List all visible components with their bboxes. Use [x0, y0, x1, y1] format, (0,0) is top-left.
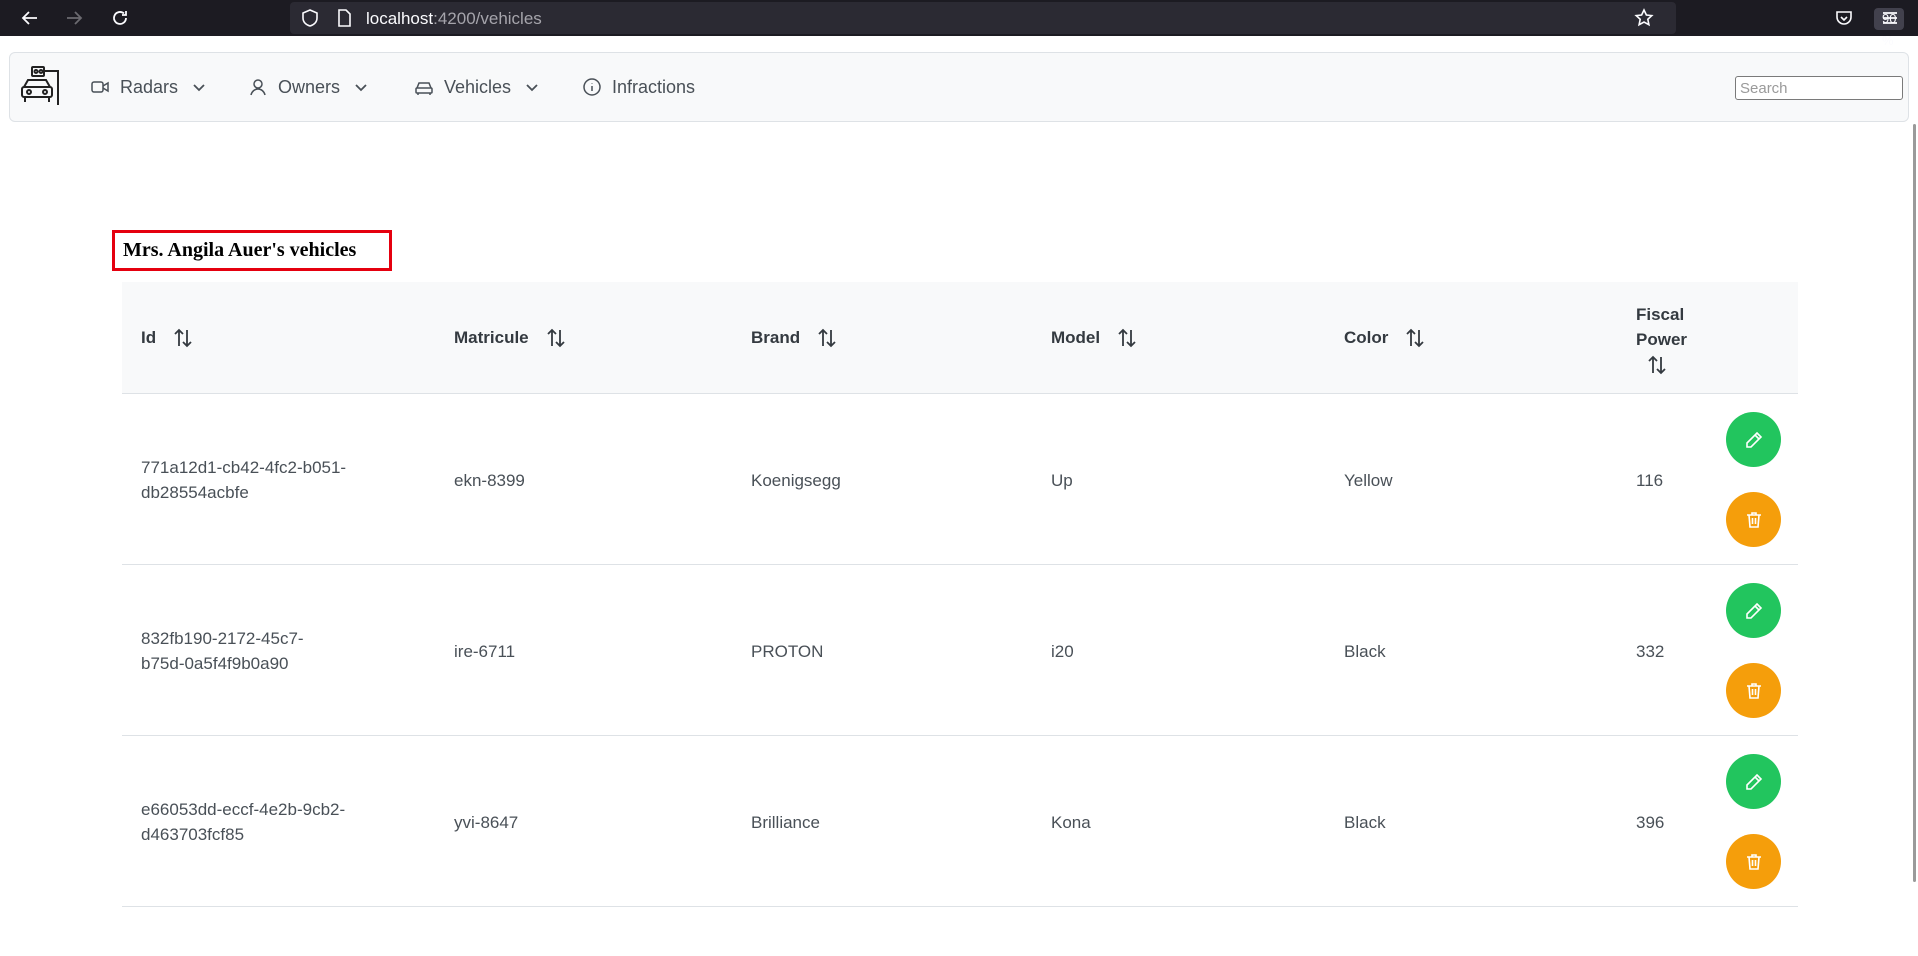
sort-icon[interactable]	[816, 327, 838, 349]
info-circle-icon	[583, 78, 601, 96]
nav-item-vehicles[interactable]: Vehicles	[414, 73, 539, 101]
car-icon	[415, 82, 433, 95]
table-row: 832fb190-2172-45c7- b75d-0a5f4f9b0a90 ir…	[122, 565, 1798, 736]
scrollbar-thumb[interactable]	[1913, 124, 1916, 882]
column-header-color[interactable]: Color	[1344, 282, 1426, 394]
cell-matricule: ire-6711	[454, 642, 516, 661]
shield-icon[interactable]	[296, 4, 324, 32]
column-header-label: Color	[1344, 328, 1389, 347]
trash-icon	[1746, 853, 1761, 870]
table-header: Id Matricule Brand Model Color Fiscal Po…	[122, 282, 1798, 394]
trash-icon	[1746, 511, 1761, 528]
cell-matricule: yvi-8647	[454, 813, 519, 832]
url-host: localhost	[366, 9, 434, 28]
nav-item-radars[interactable]: Radars	[90, 73, 206, 101]
cell-brand: Koenigsegg	[751, 471, 841, 490]
pencil-icon	[1745, 602, 1762, 619]
cell-id: e66053dd-eccf-4e2b-9cb2- d463703fcf85	[141, 797, 345, 847]
column-header-fiscal-power[interactable]: Fiscal Power	[1636, 302, 1716, 376]
cell-fiscal-power: 396	[1636, 813, 1665, 832]
column-header-brand[interactable]: Brand	[751, 282, 838, 394]
table-row: e66053dd-eccf-4e2b-9cb2- d463703fcf85 yv…	[122, 736, 1798, 907]
cell-fiscal-power: 116	[1636, 471, 1664, 490]
forward-arrow-icon[interactable]	[60, 4, 88, 32]
cell-model: Up	[1051, 471, 1073, 490]
pocket-icon[interactable]	[1830, 4, 1858, 32]
cell-id: 771a12d1-cb42-4fc2-b051- db28554acbfe	[141, 455, 346, 505]
page-icon	[330, 4, 358, 32]
hamburger-menu-icon[interactable]	[1876, 4, 1904, 32]
video-camera-icon	[91, 81, 109, 93]
back-arrow-icon[interactable]	[16, 4, 44, 32]
delete-button[interactable]	[1726, 834, 1781, 889]
url-path: :4200/vehicles	[433, 9, 542, 28]
trash-icon	[1746, 682, 1761, 699]
edit-button[interactable]	[1726, 412, 1781, 467]
nav-item-label: Infractions	[612, 76, 696, 97]
cell-brand: PROTON	[751, 642, 824, 661]
url-text[interactable]: localhost:4200/vehicles	[366, 9, 542, 29]
column-header-id[interactable]: Id	[141, 282, 194, 394]
user-icon	[250, 79, 266, 96]
column-header-model[interactable]: Model	[1051, 282, 1138, 394]
edit-button[interactable]	[1726, 754, 1781, 809]
page-title-box: Mrs. Angila Auer's vehicles	[112, 230, 392, 271]
sort-icon[interactable]	[172, 327, 194, 349]
cell-brand: Brilliance	[751, 813, 820, 832]
chevron-down-icon	[526, 84, 538, 92]
reload-icon[interactable]	[106, 4, 134, 32]
column-header-label: Id	[141, 328, 157, 347]
cell-id-line1: 771a12d1-cb42-4fc2-b051-	[141, 458, 347, 477]
column-header-label: Model	[1051, 328, 1101, 347]
pencil-icon	[1745, 773, 1762, 790]
nav-item-infractions[interactable]: Infractions	[582, 73, 695, 101]
cell-id-line2: b75d-0a5f4f9b0a90	[141, 654, 289, 673]
nav-item-label: Owners	[278, 76, 341, 97]
search-input[interactable]	[1735, 76, 1903, 100]
nav-item-label: Radars	[120, 76, 179, 97]
column-header-label: Matricule	[454, 328, 529, 347]
sort-icon[interactable]	[1116, 327, 1138, 349]
cell-id-line2: d463703fcf85	[141, 825, 245, 844]
cell-id: 832fb190-2172-45c7- b75d-0a5f4f9b0a90	[141, 626, 304, 676]
cell-color: Black	[1344, 813, 1386, 832]
column-header-label-line1: Fiscal	[1636, 305, 1685, 324]
cell-color: Yellow	[1344, 471, 1393, 490]
cell-id-line1: 832fb190-2172-45c7-	[141, 629, 304, 648]
traffic-radar-logo-icon[interactable]	[20, 65, 64, 107]
app-navbar: Radars Owners Vehicles Infractions	[9, 52, 1909, 122]
page-title: Mrs. Angila Auer's vehicles	[123, 239, 357, 261]
nav-item-label: Vehicles	[444, 76, 512, 97]
delete-button[interactable]	[1726, 663, 1781, 718]
cell-fiscal-power: 332	[1636, 642, 1665, 661]
chevron-down-icon	[355, 84, 367, 92]
cell-color: Black	[1344, 642, 1386, 661]
cell-id-line1: e66053dd-eccf-4e2b-9cb2-	[141, 800, 346, 819]
cell-model: Kona	[1051, 813, 1091, 832]
column-header-label: Brand	[751, 328, 801, 347]
column-header-matricule[interactable]: Matricule	[454, 282, 567, 394]
sort-icon[interactable]	[1404, 327, 1426, 349]
table-row: 771a12d1-cb42-4fc2-b051- db28554acbfe ek…	[122, 394, 1798, 565]
cell-matricule: ekn-8399	[454, 471, 525, 490]
nav-item-owners[interactable]: Owners	[248, 73, 368, 101]
address-bar[interactable]: localhost:4200/vehicles 90 %	[290, 2, 1905, 48]
cell-id-line2: db28554acbfe	[141, 483, 249, 502]
pencil-icon	[1745, 431, 1762, 448]
sort-icon[interactable]	[545, 327, 567, 349]
cell-model: i20	[1051, 642, 1074, 661]
vehicles-table: Id Matricule Brand Model Color Fiscal Po…	[122, 282, 1798, 907]
chevron-down-icon	[193, 84, 205, 92]
bookmark-star-icon[interactable]	[1630, 4, 1658, 32]
browser-toolbar: localhost:4200/vehicles 90 %	[0, 0, 1918, 48]
delete-button[interactable]	[1726, 492, 1781, 547]
edit-button[interactable]	[1726, 583, 1781, 638]
column-header-label-line2: Power	[1636, 330, 1688, 349]
sort-icon[interactable]	[1646, 354, 1668, 376]
